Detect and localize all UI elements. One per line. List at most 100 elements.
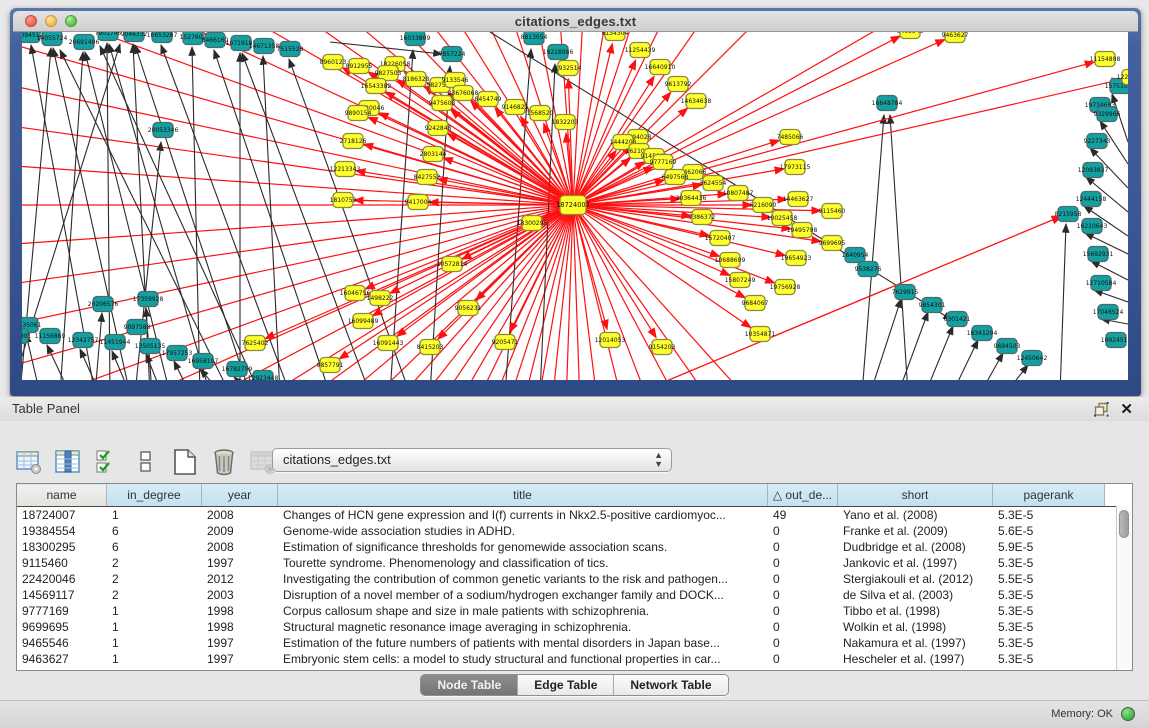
graph-node[interactable]: 16091443 [373,336,404,351]
scrollbar-thumb[interactable] [1119,510,1129,538]
table-row[interactable]: 946554611997Estimation of the future num… [17,635,1132,651]
column-header-year[interactable]: year [202,484,278,506]
tab-edge-table[interactable]: Edge Table [518,675,614,695]
table-row[interactable]: 946362711997Embryonic stem cells: a mode… [17,651,1132,667]
graph-node[interactable]: 15720407 [705,231,736,246]
table-row[interactable]: 977716911998Corpus callosum shape and si… [17,603,1132,619]
graph-node[interactable]: 2718126 [340,134,367,149]
graph-node[interactable]: 6466160 [202,33,229,48]
graph-node[interactable]: 9465546 [897,32,924,39]
graph-node[interactable]: 9684067 [742,296,769,311]
show-columns-icon[interactable] [92,447,122,477]
graph-node[interactable]: 10807487 [723,186,754,201]
graph-node[interactable]: 12444158 [1076,192,1107,207]
graph-node[interactable]: 7857224 [439,47,466,62]
table-row[interactable]: 969969511998Structural magnetic resonanc… [17,619,1132,635]
column-header-in_degree[interactable]: in_degree [107,484,202,506]
graph-node[interactable]: 8960123 [320,55,347,70]
graph-node[interactable]: 7901746 [95,32,122,41]
graph-node[interactable]: 9475608 [429,96,456,111]
graph-node[interactable]: 7625402 [242,336,269,351]
table-row[interactable]: 1456911722003Disruption of a novel membe… [17,587,1132,603]
graph-node[interactable]: 9205471 [492,335,519,350]
graph-node[interactable]: 9242848 [425,121,452,136]
graph-node[interactable]: 8427552 [414,170,441,185]
memory-status-indicator[interactable] [1121,707,1135,721]
network-window-titlebar[interactable]: citations_edges.txt [13,11,1138,32]
graph-node[interactable]: 9463627 [942,32,969,43]
graph-node[interactable]: 9227343 [1084,134,1111,149]
graph-node[interactable]: 16958107 [188,354,219,369]
graph-node[interactable]: 18724007 [556,196,590,215]
graph-node[interactable]: 9146821 [502,100,529,115]
graph-node[interactable]: 8186328 [403,72,430,87]
graph-node[interactable]: 6301421 [944,312,971,327]
float-panel-icon[interactable] [1094,402,1109,417]
delete-column-icon[interactable] [209,447,239,477]
graph-node[interactable]: 17359928 [133,292,164,307]
graph-node[interactable]: 16033809 [400,32,431,46]
network-canvas[interactable]: 8094512140557242069140679017469046332106… [22,32,1128,380]
graph-node[interactable]: 9056231 [455,301,482,316]
new-table-icon[interactable] [170,447,200,477]
graph-node[interactable]: 12923448 [248,371,279,381]
table-options-icon[interactable] [14,447,44,477]
graph-node[interactable]: 9857791 [317,358,344,373]
table-row[interactable]: 911546021997Tourette syndrome. Phenomeno… [17,555,1132,571]
graph-node[interactable]: 8912955 [346,59,373,74]
graph-node[interactable]: 14634638 [681,94,712,109]
graph-node[interactable]: 2803144 [420,147,447,162]
row-height-icon[interactable] [131,447,161,477]
graph-node[interactable]: 11156869 [35,329,66,344]
graph-node[interactable]: 6497568 [662,170,689,185]
table-row[interactable]: 2242004622012Investigating the contribut… [17,571,1132,587]
graph-node[interactable]: 12342757 [68,333,99,348]
graph-node[interactable]: 1810753 [330,193,357,208]
graph-node[interactable]: 10688609 [715,253,746,268]
column-header-short[interactable]: short [838,484,993,506]
graph-node[interactable]: 17973115 [780,160,811,175]
column-select-icon[interactable] [53,447,83,477]
table-vertical-scrollbar[interactable] [1116,506,1132,670]
column-header-out_de[interactable]: △ out_de... [768,484,838,506]
graph-node[interactable]: 10653287 [147,32,178,43]
close-panel-icon[interactable]: ✕ [1120,400,1133,418]
graph-node[interactable]: 1832203 [552,115,579,130]
graph-node[interactable]: 9699695 [819,236,846,251]
graph-node[interactable]: 20053346 [148,123,179,138]
graph-node[interactable]: 16099489 [348,314,379,329]
graph-node[interactable]: 9694503 [994,339,1021,354]
graph-node[interactable]: 1498222 [367,291,394,306]
graph-node[interactable]: 9115460 [819,204,846,219]
tab-node-table[interactable]: Node Table [421,675,518,695]
tab-network-table[interactable]: Network Table [614,675,727,695]
graph-node[interactable]: 8454749 [475,92,502,107]
graph-node[interactable]: 14463627 [783,192,814,207]
graph-node[interactable]: 18341204 [967,326,998,341]
graph-node[interactable]: 9538276 [855,262,882,277]
column-header-pagerank[interactable]: pagerank [993,484,1105,506]
graph-node[interactable]: 8415203 [417,340,444,355]
graph-node[interactable]: 1568520 [527,106,554,121]
graph-node[interactable]: 9097588 [124,320,151,335]
table-row[interactable]: 1938455462009Genome-wide association stu… [17,523,1132,539]
graph-node[interactable]: 6216090 [750,198,777,213]
column-header-name[interactable]: name [17,484,107,506]
graph-node[interactable]: 7515528 [277,42,304,57]
graph-node[interactable]: 1640954 [842,248,869,263]
graph-node[interactable]: 12093837 [1078,163,1109,178]
graph-node[interactable]: 19218986 [543,45,574,60]
graph-node[interactable]: 9777169 [650,155,677,170]
graph-node[interactable]: 9613792 [665,77,692,92]
column-header-title[interactable]: title [278,484,768,506]
graph-node[interactable]: 15692931 [1083,247,1114,262]
graph-node[interactable]: 9890154 [345,106,372,121]
table-row[interactable]: 1872400712008Changes of HCN gene express… [17,507,1132,523]
graph-node[interactable]: 8215958 [1055,207,1082,222]
graph-node[interactable]: 11154808 [1090,52,1121,67]
graph-node[interactable]: 17046524 [1093,305,1124,320]
graph-node[interactable]: 8134304 [602,32,629,41]
graph-node[interactable]: 20206576 [88,297,119,312]
graph-node[interactable]: 12450642 [1017,351,1048,366]
graph-node[interactable]: 7386372 [689,210,716,225]
